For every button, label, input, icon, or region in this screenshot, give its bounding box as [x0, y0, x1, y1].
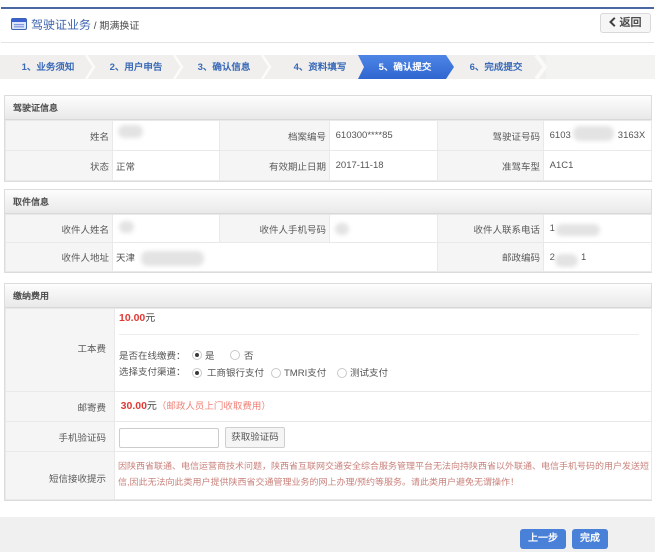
svg-text:1、业务须知: 1、业务须知 [22, 61, 75, 73]
svg-text:5、确认提交: 5、确认提交 [379, 61, 432, 73]
svg-text:3、确认信息: 3、确认信息 [198, 61, 251, 73]
svg-text:2、用户申告: 2、用户申告 [110, 61, 163, 73]
svg-text:4、资料填写: 4、资料填写 [294, 61, 347, 73]
svg-text:6、完成提交: 6、完成提交 [470, 61, 523, 73]
